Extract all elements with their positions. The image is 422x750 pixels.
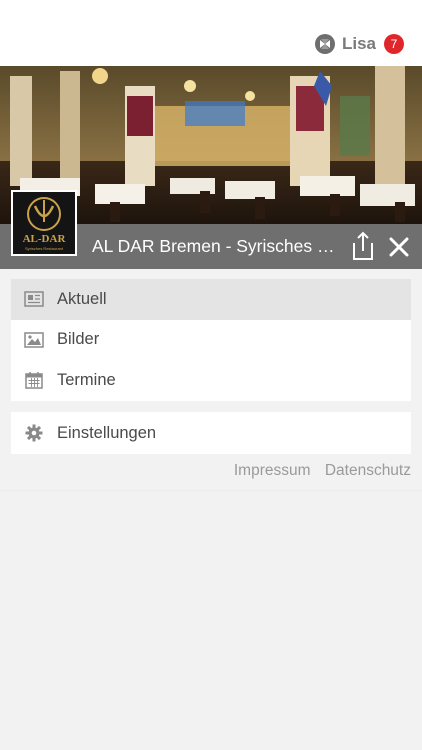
menu-item-label: Einstellungen xyxy=(57,423,157,442)
menu-item-termine[interactable]: Termine xyxy=(11,360,411,401)
business-title: AL DAR Bremen - Syrisches Restaurant xyxy=(92,236,338,256)
gear-icon xyxy=(24,423,44,443)
top-bar: Lisa 7 xyxy=(0,0,422,66)
menu-item-label: Bilder xyxy=(57,330,100,349)
menu-item-bilder[interactable]: Bilder xyxy=(11,320,411,361)
menu-item-label: Termine xyxy=(57,370,116,389)
svg-text:Syrisches Restaurant: Syrisches Restaurant xyxy=(25,246,64,251)
share-icon xyxy=(353,231,373,260)
notification-badge[interactable]: 7 xyxy=(384,34,404,54)
close-icon xyxy=(389,237,409,257)
datenschutz-link[interactable]: Datenschutz xyxy=(325,462,411,479)
calendar-icon xyxy=(24,370,44,390)
username: Lisa xyxy=(341,34,376,53)
main-menu: Aktuell Bilder Termine xyxy=(11,279,411,401)
svg-text:AL-DAR: AL-DAR xyxy=(23,233,67,245)
image-icon xyxy=(24,330,44,350)
divider xyxy=(0,490,422,491)
menu-item-aktuell[interactable]: Aktuell xyxy=(11,279,411,320)
impressum-link[interactable]: Impressum xyxy=(234,462,311,479)
app-logo-icon xyxy=(314,33,336,55)
newspaper-icon xyxy=(24,289,44,309)
share-button[interactable] xyxy=(350,231,376,261)
menu-item-label: Aktuell xyxy=(57,289,107,308)
settings-menu: Einstellungen xyxy=(11,412,411,454)
menu-item-einstellungen[interactable]: Einstellungen xyxy=(11,412,411,454)
close-button[interactable] xyxy=(388,236,410,258)
user-menu[interactable]: Lisa 7 xyxy=(314,32,404,56)
footer-links: Impressum Datenschutz xyxy=(0,462,411,480)
business-logo: AL-DAR Syrisches Restaurant xyxy=(11,190,77,256)
